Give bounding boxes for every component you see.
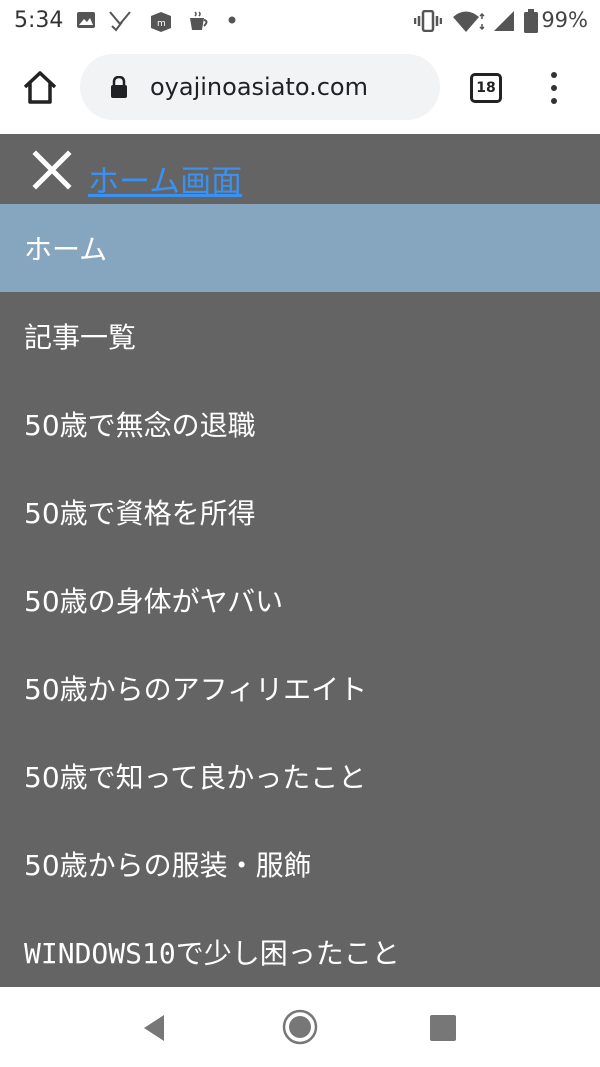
tab-switcher-button[interactable]: 18 (470, 73, 502, 103)
nav-item-qualification[interactable]: 50歳で資格を所得 (0, 468, 600, 556)
status-bar: 5:34 m 99% (0, 0, 600, 42)
lock-icon (111, 76, 127, 98)
dot-icon (228, 16, 236, 24)
address-bar[interactable]: oyajinoasiato.com (80, 54, 440, 120)
url-text: oyajinoasiato.com (150, 73, 368, 101)
image-icon (77, 12, 95, 28)
system-nav-bar (0, 987, 600, 1067)
nav-item-article-list[interactable]: 記事一覧 (0, 292, 600, 380)
nav-item-retirement[interactable]: 50歳で無念の退職 (0, 380, 600, 468)
nav-menu-header: ホーム画面 (0, 134, 600, 204)
back-icon[interactable] (140, 1013, 168, 1043)
cell-signal-icon (494, 11, 514, 31)
battery-percent: 99% (541, 8, 588, 32)
vibrate-icon (414, 10, 442, 32)
system-home-icon[interactable] (282, 1009, 318, 1045)
close-icon[interactable] (32, 150, 72, 190)
signal-check-icon (109, 11, 131, 32)
overflow-menu-icon[interactable] (540, 70, 568, 106)
svg-text:m: m (157, 19, 166, 29)
nav-item-home[interactable]: ホーム (0, 204, 600, 292)
browser-toolbar: oyajinoasiato.com 18 (0, 42, 600, 134)
battery-icon (524, 9, 538, 33)
coffee-icon (190, 11, 208, 30)
app-icon: m (151, 12, 171, 32)
nav-item-windows10[interactable]: WINDOWS10で少し困ったこと (0, 908, 600, 987)
nav-list: ホーム 記事一覧 50歳で無念の退職 50歳で資格を所得 50歳の身体がヤバい … (0, 204, 600, 987)
nav-item-health[interactable]: 50歳の身体がヤバい (0, 556, 600, 644)
recents-icon[interactable] (430, 1015, 456, 1041)
nav-item-good-to-know[interactable]: 50歳で知って良かったこと (0, 732, 600, 820)
wifi-icon (453, 11, 485, 32)
nav-item-clothing[interactable]: 50歳からの服装・服飾 (0, 820, 600, 908)
nav-item-affiliate[interactable]: 50歳からのアフィリエイト (0, 644, 600, 732)
browser-home-icon[interactable] (20, 68, 60, 108)
site-nav-menu: ホーム画面 ホーム 記事一覧 50歳で無念の退職 50歳で資格を所得 50歳の身… (0, 134, 600, 987)
home-screen-link[interactable]: ホーム画面 (88, 156, 242, 201)
status-time: 5:34 (14, 8, 64, 33)
